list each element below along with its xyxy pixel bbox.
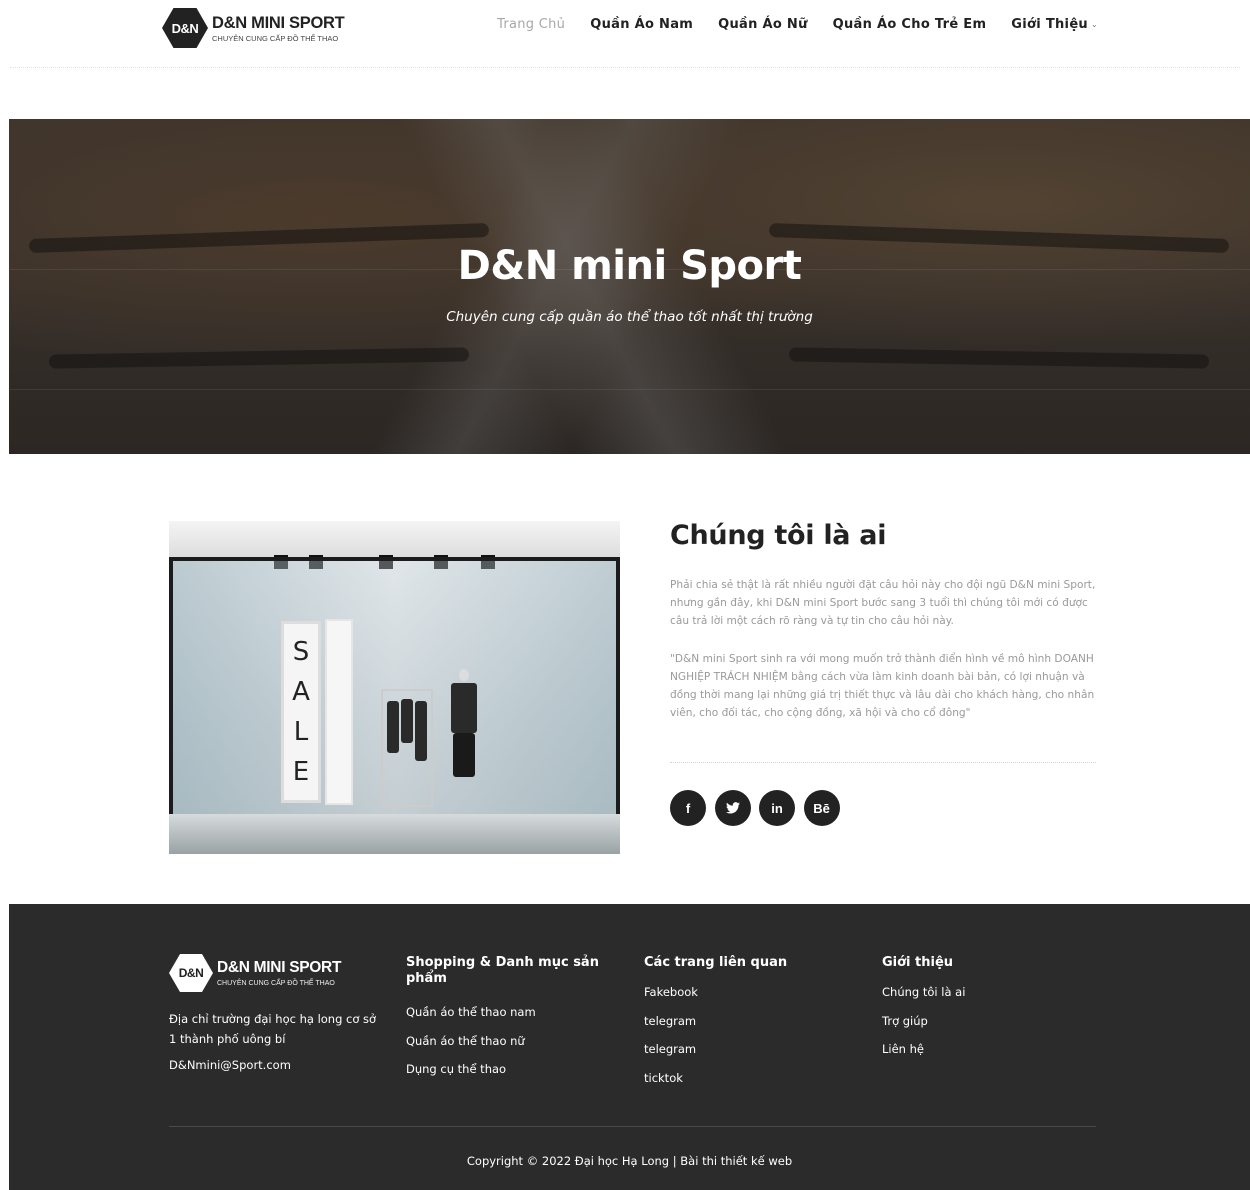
logo-mark: D&N: [162, 8, 208, 48]
about-paragraph: Phải chia sẻ thật là rất nhiều người đặt…: [670, 579, 1096, 627]
about-divider: [670, 762, 1096, 763]
footer-link[interactable]: Dụng cụ thể thao: [406, 1062, 611, 1077]
nav-item-about[interactable]: Giới Thiệu ⌄: [1011, 17, 1098, 32]
hero-subtitle: Chuyên cung cấp quần áo thể thao tốt nhấ…: [446, 309, 813, 325]
mannequin-top: [451, 683, 477, 733]
logo-name: D&N MINI SPORT: [212, 13, 345, 32]
twitter-icon[interactable]: [714, 790, 751, 826]
footer-link[interactable]: Trợ giúp: [882, 1014, 1087, 1029]
footer-link[interactable]: Chúng tôi là ai: [882, 985, 1087, 1000]
mannequin-pants: [453, 733, 475, 777]
footer-email[interactable]: D&Nmini@Sport.com: [169, 1058, 291, 1072]
storefront-image: S A L E: [169, 521, 620, 854]
hero-bg-line: [9, 389, 1250, 390]
header-divider: [10, 67, 1240, 68]
footer-column-related: Các trang liên quan Fakebook telegram te…: [644, 955, 849, 1099]
logo-tagline: CHUYÊN CUNG CẤP ĐỒ THỂ THAO: [217, 979, 335, 987]
clothing-item: [415, 701, 427, 761]
logo-tagline: CHUYÊN CUNG CẤP ĐỒ THỂ THAO: [212, 33, 339, 43]
clothing-item: [387, 701, 399, 753]
footer-column-title: Shopping & Danh mục sản phẩm: [406, 955, 599, 986]
sale-letter: L: [293, 717, 309, 747]
footer-link[interactable]: Fakebook: [644, 985, 849, 1000]
facebook-icon[interactable]: f: [670, 790, 706, 826]
nav-item-home[interactable]: Trang Chủ: [497, 17, 565, 32]
mannequin: [447, 669, 481, 809]
linkedin-icon[interactable]: in: [759, 790, 795, 826]
twitter-bird-glyph: [725, 802, 740, 814]
sale-letter: S: [292, 637, 310, 667]
chevron-down-icon: ⌄: [1091, 20, 1099, 29]
hero-bg-escalator-rail: [788, 347, 1210, 369]
main-nav: Trang Chủ Quần Áo Nam Quần Áo Nữ Quần Áo…: [497, 17, 1098, 32]
footer-column-title: Giới thiệu: [882, 955, 954, 970]
nav-item-kids[interactable]: Quần Áo Cho Trẻ Em: [833, 17, 987, 32]
sale-letter: A: [292, 677, 310, 707]
footer-link[interactable]: ticktok: [644, 1071, 849, 1086]
sale-letter: E: [292, 757, 310, 787]
logo-mark: D&N: [169, 954, 213, 992]
footer-link[interactable]: telegram: [644, 1014, 849, 1029]
nav-item-women[interactable]: Quần Áo Nữ: [718, 17, 808, 32]
social-links: f in Bē: [670, 790, 848, 826]
image-light-panel: [325, 619, 353, 805]
image-ceiling: [169, 521, 620, 559]
hero-bg-escalator-rail: [48, 347, 470, 369]
image-floor: [169, 814, 620, 854]
clothing-item: [401, 699, 413, 743]
footer-logo[interactable]: D&N D&N MINI SPORT CHUYÊN CUNG CẤP ĐỒ TH…: [169, 954, 341, 992]
site-header: D&N D&N MINI SPORT CHUYÊN CUNG CẤP ĐỒ TH…: [0, 0, 1250, 68]
mannequin-head: [459, 669, 469, 681]
nav-item-about-label: Giới Thiệu: [1011, 17, 1088, 32]
about-title: Chúng tôi là ai: [670, 520, 887, 551]
site-footer: D&N D&N MINI SPORT CHUYÊN CUNG CẤP ĐỒ TH…: [9, 904, 1250, 1190]
sale-sign: S A L E: [281, 621, 321, 803]
footer-link[interactable]: Liên hệ: [882, 1042, 1087, 1057]
footer-address: Địa chỉ trường đại học hạ long cơ sở 1 t…: [169, 1012, 377, 1046]
footer-column-about: Giới thiệu Chúng tôi là ai Trợ giúp Liên…: [882, 955, 1087, 1071]
nav-item-men[interactable]: Quần Áo Nam: [590, 17, 693, 32]
footer-link[interactable]: Quần áo thể thao nam: [406, 1005, 611, 1020]
footer-link[interactable]: Quần áo thể thao nữ: [406, 1034, 611, 1049]
behance-icon[interactable]: Bē: [803, 790, 840, 826]
footer-link[interactable]: telegram: [644, 1042, 849, 1057]
footer-column-shopping: Shopping & Danh mục sản phẩm Quần áo thể…: [406, 955, 611, 1091]
footer-divider: [169, 1126, 1096, 1127]
clothing-rack: [381, 689, 433, 807]
about-quote: "D&N mini Sport sinh ra với mong muốn tr…: [670, 653, 1095, 719]
logo-name: D&N MINI SPORT: [217, 958, 342, 976]
hero-banner: D&N mini Sport Chuyên cung cấp quần áo t…: [9, 119, 1250, 454]
footer-copyright: Copyright © 2022 Đại học Hạ Long | Bài t…: [466, 1154, 793, 1168]
header-logo[interactable]: D&N D&N MINI SPORT CHUYÊN CUNG CẤP ĐỒ TH…: [162, 8, 345, 48]
footer-column-title: Các trang liên quan: [644, 955, 788, 970]
hero-title: D&N mini Sport: [457, 243, 802, 289]
